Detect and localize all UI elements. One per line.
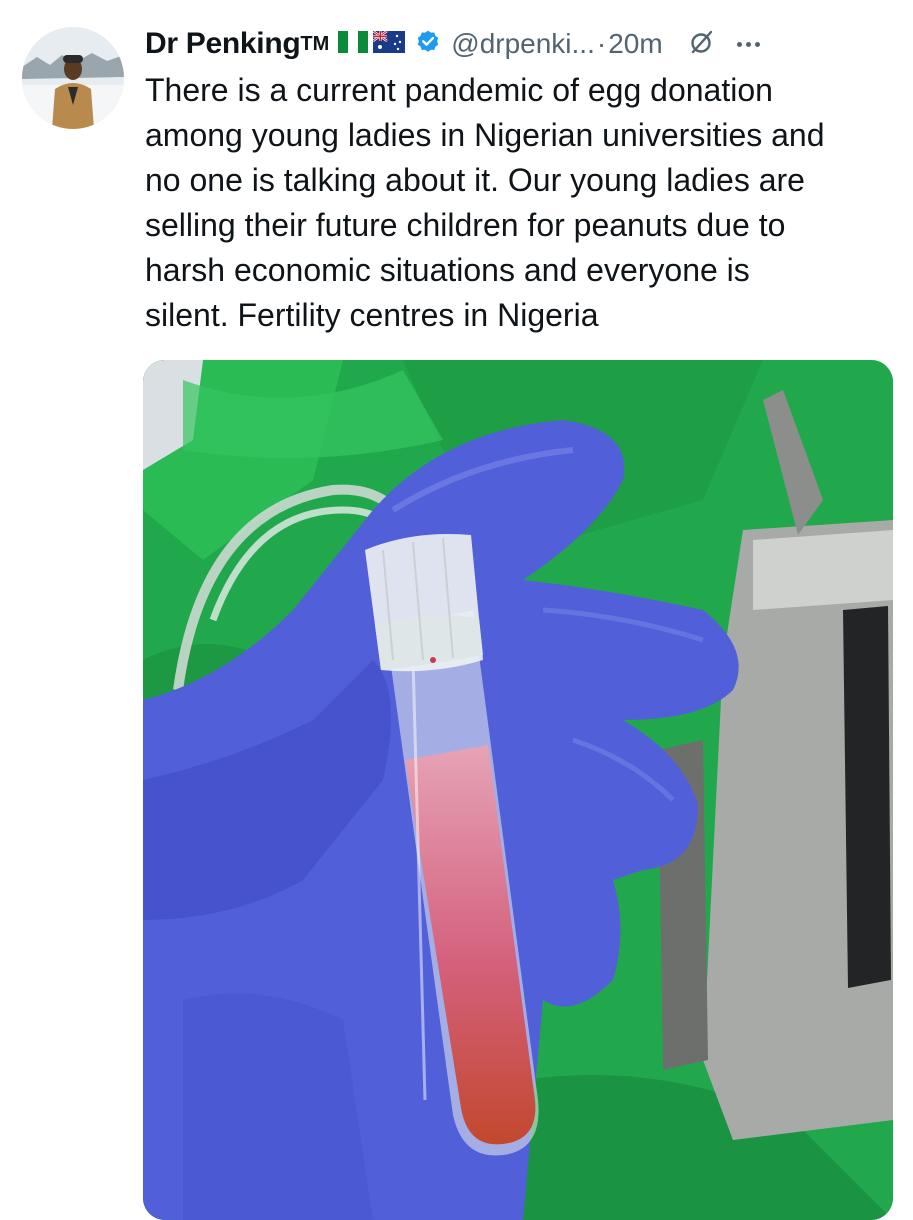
tweet-header: Dr Penking TM @drpenki... · 20m bbox=[145, 22, 903, 66]
grok-icon[interactable] bbox=[689, 29, 715, 60]
nigeria-flag-icon bbox=[338, 30, 369, 58]
tweet-media-image[interactable] bbox=[143, 360, 893, 1220]
australia-flag-icon bbox=[372, 29, 406, 58]
tweet[interactable]: Dr Penking TM @drpenki... · 20m There is… bbox=[0, 0, 913, 1220]
timestamp[interactable]: 20m bbox=[608, 28, 662, 60]
tweet-text: There is a current pandemic of egg donat… bbox=[145, 72, 825, 333]
author-name[interactable]: Dr Penking bbox=[145, 27, 301, 61]
avatar[interactable] bbox=[22, 27, 124, 129]
trademark-mark: TM bbox=[300, 32, 330, 55]
author-handle[interactable]: @drpenki... bbox=[451, 28, 595, 60]
separator-dot: · bbox=[596, 28, 607, 59]
verified-badge-icon bbox=[415, 29, 441, 60]
more-options-icon[interactable] bbox=[736, 41, 760, 47]
